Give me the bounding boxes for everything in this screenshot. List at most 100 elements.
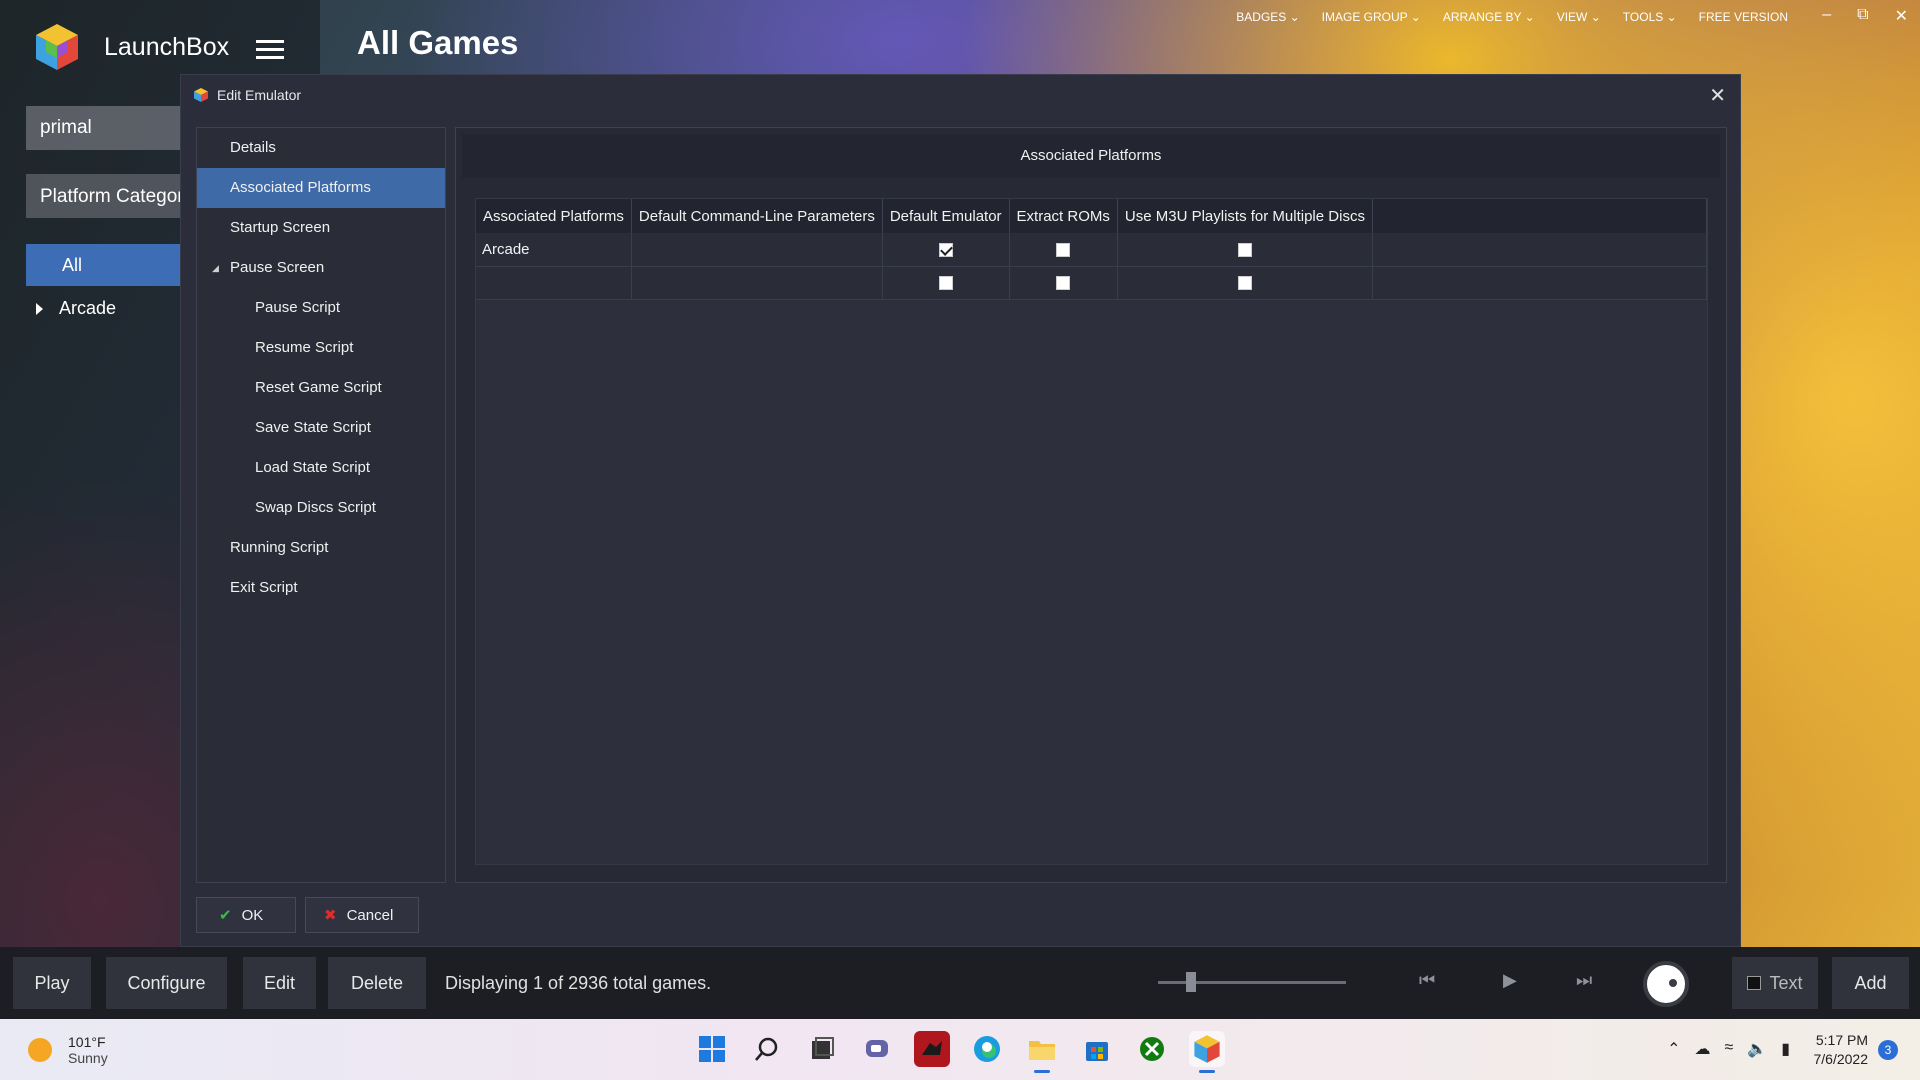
menu-arrange-by[interactable]: ARRANGE BY: [1443, 10, 1535, 24]
play-button[interactable]: Play: [13, 957, 91, 1009]
nav-item-associated-platforms[interactable]: Associated Platforms: [197, 168, 445, 208]
nav-item-details[interactable]: Details: [197, 128, 445, 168]
nav-item-pause-screen[interactable]: ◢ Pause Screen: [197, 248, 445, 288]
system-tray: ⌃ ☁ ≈ 🔈 ▮: [1667, 1039, 1790, 1059]
volume-icon[interactable]: 🔈: [1747, 1039, 1767, 1059]
dialog-title: Edit Emulator: [217, 87, 302, 103]
weather-widget[interactable]: 101°F Sunny: [28, 1034, 108, 1066]
search-icon[interactable]: [749, 1031, 785, 1067]
configure-button[interactable]: Configure: [106, 957, 227, 1009]
status-text: Displaying 1 of 2936 total games.: [445, 973, 712, 993]
onedrive-cloud-icon[interactable]: ☁: [1694, 1039, 1710, 1059]
edit-button[interactable]: Edit: [243, 957, 316, 1009]
search-input[interactable]: [26, 106, 186, 150]
windows-start-icon[interactable]: [694, 1031, 730, 1067]
text-toggle-label: Text: [1769, 972, 1803, 993]
menu-view[interactable]: VIEW: [1557, 10, 1601, 24]
menu-image-group[interactable]: IMAGE GROUP: [1322, 10, 1421, 24]
restore-icon[interactable]: ⧉: [1857, 6, 1868, 26]
edge-browser-icon[interactable]: [969, 1031, 1005, 1067]
task-view-icon[interactable]: [804, 1031, 840, 1067]
use-m3u-cell: [1117, 233, 1373, 267]
collapse-caret-icon[interactable]: ◢: [212, 248, 219, 288]
default-emulator-checkbox[interactable]: [938, 242, 953, 257]
menu-free-version[interactable]: FREE VERSION: [1699, 10, 1788, 24]
nav-item-exit-script[interactable]: Exit Script: [197, 568, 445, 608]
extract-roms-checkbox[interactable]: [1056, 242, 1071, 257]
column-header-use-m3u[interactable]: Use M3U Playlists for Multiple Discs: [1117, 199, 1373, 233]
column-header-extract-roms[interactable]: Extract ROMs: [1009, 199, 1118, 233]
system-clock[interactable]: 5:17 PM 7/6/2022: [1814, 1031, 1869, 1069]
zoom-slider-thumb[interactable]: [1186, 972, 1196, 992]
table-row[interactable]: [476, 266, 1708, 300]
launchbox-brand: LaunchBox: [34, 22, 229, 72]
battery-icon[interactable]: ▮: [1781, 1039, 1790, 1059]
params-cell[interactable]: [631, 266, 883, 300]
ok-button[interactable]: ✔ OK: [196, 897, 296, 933]
cancel-button[interactable]: ✖ Cancel: [305, 897, 419, 933]
delete-button[interactable]: Delete: [328, 957, 426, 1009]
app-name: LaunchBox: [104, 32, 230, 61]
default-emulator-checkbox[interactable]: [938, 276, 953, 291]
nav-item-pause-script[interactable]: Pause Script: [197, 288, 445, 328]
menu-tools[interactable]: TOOLS: [1623, 10, 1677, 24]
cancel-x-icon: ✖: [324, 907, 337, 924]
use-m3u-checkbox[interactable]: [1237, 276, 1252, 291]
volume-knob-icon[interactable]: [1643, 961, 1689, 1007]
file-explorer-icon[interactable]: [1024, 1031, 1060, 1073]
page-title: All Games: [357, 24, 519, 61]
settings-nav: Details Associated Platforms Startup Scr…: [196, 127, 446, 883]
close-window-icon[interactable]: ✕: [1895, 6, 1908, 26]
platform-cell[interactable]: [476, 266, 632, 300]
nav-item-running-script[interactable]: Running Script: [197, 528, 445, 568]
taskbar-apps: [694, 1031, 1225, 1073]
skip-forward-icon[interactable]: ⏭: [1576, 970, 1592, 991]
nav-item-startup-screen[interactable]: Startup Screen: [197, 208, 445, 248]
tree-item-all[interactable]: All: [26, 244, 186, 286]
column-header-params[interactable]: Default Command-Line Parameters: [631, 199, 883, 233]
text-toggle[interactable]: Text: [1732, 957, 1818, 1009]
params-cell[interactable]: [631, 233, 883, 267]
platform-category-filter[interactable]: Platform Category: [26, 174, 186, 218]
tree-item-arcade[interactable]: Arcade: [36, 298, 116, 319]
game-app-icon[interactable]: [914, 1031, 950, 1067]
nav-item-save-state-script[interactable]: Save State Script: [197, 408, 445, 448]
store-icon[interactable]: [1079, 1031, 1115, 1067]
column-header-platforms[interactable]: Associated Platforms: [476, 199, 632, 233]
text-toggle-checkbox[interactable]: [1747, 976, 1762, 990]
notification-badge[interactable]: 3: [1878, 1040, 1898, 1060]
dialog-titlebar: Edit Emulator ✕: [181, 75, 1740, 115]
close-icon[interactable]: ✕: [1709, 83, 1726, 108]
table-row[interactable]: Arcade: [476, 233, 1708, 267]
checkmark-icon: ✔: [219, 907, 232, 924]
nav-item-resume-script[interactable]: Resume Script: [197, 328, 445, 368]
section-header: Associated Platforms: [462, 134, 1720, 178]
content-panel: Associated Platforms Associated Platform…: [455, 127, 1727, 883]
xbox-icon[interactable]: [1134, 1031, 1170, 1067]
clock-date: 7/6/2022: [1813, 1051, 1869, 1067]
launchbox-taskbar-icon[interactable]: [1189, 1031, 1225, 1073]
nav-item-reset-game-script[interactable]: Reset Game Script: [197, 368, 445, 408]
chat-icon[interactable]: [859, 1031, 895, 1067]
top-menu: BADGES IMAGE GROUP ARRANGE BY VIEW TOOLS…: [1236, 10, 1788, 24]
menu-badges[interactable]: BADGES: [1236, 10, 1299, 24]
filler-cell: [1372, 266, 1708, 300]
column-header-default-emulator[interactable]: Default Emulator: [882, 199, 1010, 233]
extract-roms-cell: [1009, 233, 1118, 267]
expand-arrow-icon[interactable]: [36, 302, 43, 315]
window-controls: – ⧉ ✕: [1822, 6, 1908, 26]
platform-cell[interactable]: Arcade: [476, 233, 632, 267]
weather-temperature: 101°F: [68, 1034, 106, 1050]
nav-item-swap-discs-script[interactable]: Swap Discs Script: [197, 488, 445, 528]
use-m3u-checkbox[interactable]: [1237, 242, 1252, 257]
minimize-icon[interactable]: –: [1822, 6, 1831, 26]
tray-chevron-up-icon[interactable]: ⌃: [1667, 1039, 1680, 1059]
play-icon[interactable]: ▶: [1503, 970, 1517, 991]
skip-back-icon[interactable]: ⏮: [1419, 970, 1435, 991]
hamburger-menu-icon[interactable]: [256, 40, 284, 60]
nav-item-load-state-script[interactable]: Load State Script: [197, 448, 445, 488]
extract-roms-checkbox[interactable]: [1056, 276, 1071, 291]
wifi-icon[interactable]: ≈: [1724, 1039, 1733, 1059]
add-button[interactable]: Add: [1832, 957, 1909, 1009]
platforms-table: Associated Platforms Default Command-Lin…: [476, 199, 1708, 300]
